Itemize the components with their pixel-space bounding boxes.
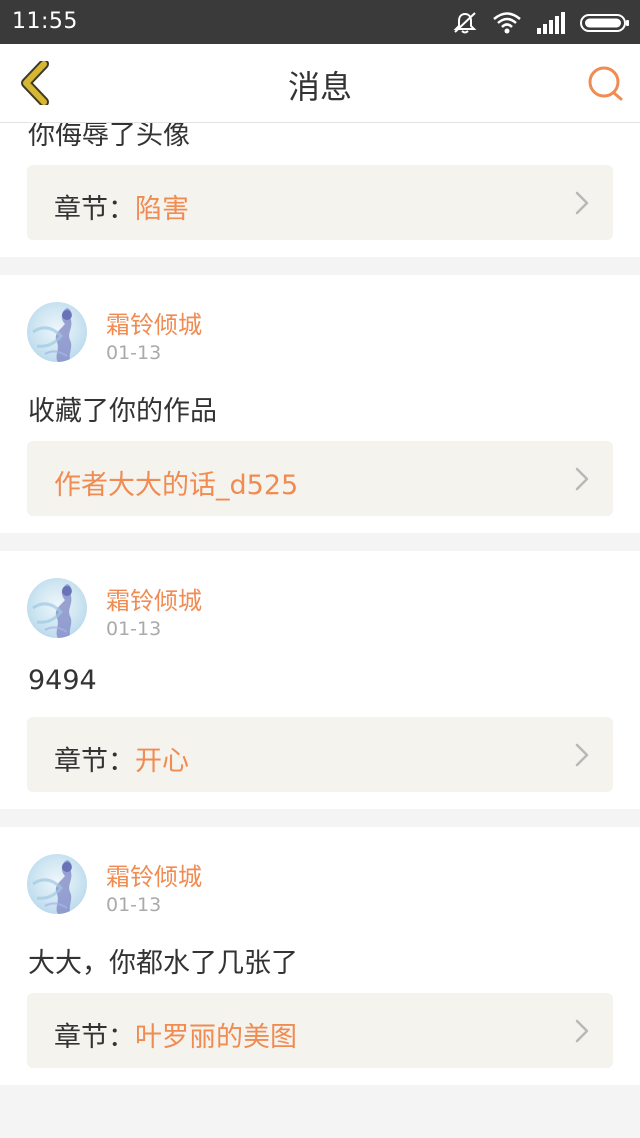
message-date: 01-13 xyxy=(106,894,162,916)
chapter-title: 作者大大的话_d525 xyxy=(54,470,299,501)
message-list: 霜铃倾城 01-13 你侮辱了头像 章节：陷害 xyxy=(0,123,640,1103)
chapter-link-label: 作者大大的话_d525 xyxy=(54,463,298,502)
chapter-title: 开心 xyxy=(135,746,189,777)
status-icons xyxy=(452,10,630,36)
sender-name[interactable]: 霜铃倾城 xyxy=(106,581,202,616)
page-title: 消息 xyxy=(287,68,352,106)
avatar[interactable] xyxy=(27,578,87,638)
message-text: 你侮辱了头像 xyxy=(28,123,190,151)
chevron-right-icon xyxy=(575,1019,589,1043)
chapter-link[interactable]: 作者大大的话_d525 xyxy=(27,441,613,516)
search-button[interactable] xyxy=(584,62,628,106)
avatar[interactable] xyxy=(27,302,87,362)
sender-name[interactable]: 霜铃倾城 xyxy=(106,305,202,340)
wifi-icon xyxy=(493,12,521,34)
message-card: 霜铃倾城 01-13 你侮辱了头像 章节：陷害 xyxy=(0,123,640,257)
avatar[interactable] xyxy=(27,854,87,914)
chapter-link-label: 章节：陷害 xyxy=(54,187,189,226)
message-card: 霜铃倾城 01-13 收藏了你的作品 作者大大的话_d525 xyxy=(0,275,640,533)
chevron-right-icon xyxy=(575,191,589,215)
signal-icon xyxy=(537,12,565,34)
battery-icon xyxy=(580,14,629,32)
back-chevron-icon xyxy=(21,61,49,105)
back-button[interactable] xyxy=(12,58,56,108)
message-text: 收藏了你的作品 xyxy=(28,396,217,427)
message-card: 霜铃倾城 01-13 大大，你都水了几张了 章节：叶罗丽的美图 xyxy=(0,827,640,1085)
message-date: 01-13 xyxy=(106,618,162,640)
nav-bar: 消息 xyxy=(0,44,640,123)
status-bar: 11:55 xyxy=(0,0,640,44)
sender-name[interactable]: 霜铃倾城 xyxy=(106,857,202,892)
chapter-link-label: 章节：叶罗丽的美图 xyxy=(54,1015,297,1054)
chapter-title: 叶罗丽的美图 xyxy=(135,1022,297,1053)
chapter-link[interactable]: 章节：开心 xyxy=(27,717,613,792)
chapter-link-label: 章节：开心 xyxy=(54,739,189,778)
message-card: 霜铃倾城 01-13 9494 章节：开心 xyxy=(0,551,640,809)
chapter-title: 陷害 xyxy=(135,194,189,225)
status-time: 11:55 xyxy=(12,9,78,34)
message-date: 01-13 xyxy=(106,342,162,364)
message-feed[interactable]: 霜铃倾城 01-13 你侮辱了头像 章节：陷害 xyxy=(0,123,640,1138)
mute-icon xyxy=(453,12,477,34)
chapter-prefix: 章节： xyxy=(54,746,135,777)
message-text: 9494 xyxy=(28,665,97,696)
chapter-link[interactable]: 章节：陷害 xyxy=(27,165,613,240)
message-text: 大大，你都水了几张了 xyxy=(28,948,298,979)
search-icon xyxy=(588,66,623,101)
chapter-prefix: 章节： xyxy=(54,194,135,225)
chapter-prefix: 章节： xyxy=(54,1022,135,1053)
chapter-link[interactable]: 章节：叶罗丽的美图 xyxy=(27,993,613,1068)
chevron-right-icon xyxy=(575,467,589,491)
chevron-right-icon xyxy=(575,743,589,767)
